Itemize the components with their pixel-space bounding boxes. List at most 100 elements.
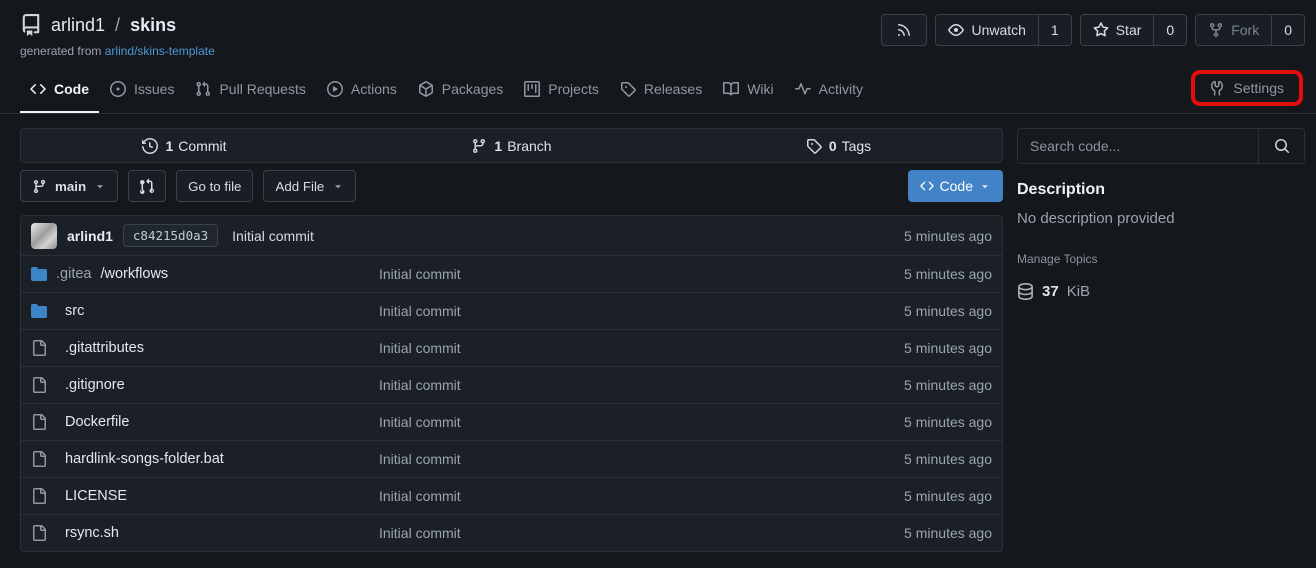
tag-icon [806, 138, 824, 154]
repo-title-block: arlind1 / skins generated from arlind/sk… [20, 14, 215, 58]
file-commit-time: 5 minutes ago [904, 451, 992, 467]
watch-button-group: Unwatch 1 [935, 14, 1071, 46]
commits-count: 1 [165, 138, 173, 154]
code-icon [30, 81, 46, 97]
folder-icon [31, 303, 47, 319]
add-file-button[interactable]: Add File [263, 170, 356, 202]
play-circle-icon [327, 81, 343, 97]
watchers-count[interactable]: 1 [1038, 15, 1071, 45]
code-button-label: Code [940, 178, 973, 194]
commit-sha-link[interactable]: c84215d0a3 [123, 224, 218, 247]
file-commit-message[interactable]: Initial commit [379, 340, 461, 356]
pull-request-icon [195, 81, 211, 97]
table-row: src Initial commit 5 minutes ago [21, 292, 1002, 329]
search-input[interactable] [1018, 129, 1258, 163]
git-compare-icon [139, 178, 155, 194]
repo-owner-link[interactable]: arlind1 [51, 15, 105, 36]
eye-icon [948, 22, 964, 38]
tab-issues[interactable]: Issues [100, 67, 184, 113]
branch-selector[interactable]: main [20, 170, 118, 202]
tab-projects[interactable]: Projects [514, 67, 609, 113]
tab-releases[interactable]: Releases [610, 67, 712, 113]
commits-stat[interactable]: 1 Commit [21, 138, 348, 154]
file-link[interactable]: /workflows [100, 266, 168, 282]
pulse-icon [795, 81, 811, 97]
repo-size-value: 37 [1042, 283, 1059, 300]
file-commit-time: 5 minutes ago [904, 488, 992, 504]
manage-topics-link[interactable]: Manage Topics [1017, 252, 1305, 266]
file-commit-message[interactable]: Initial commit [379, 377, 461, 393]
branches-stat[interactable]: 1 Branch [348, 138, 675, 154]
repo-sidebar: Description No description provided Mana… [1017, 128, 1305, 300]
tab-settings[interactable]: Settings [1205, 80, 1288, 96]
file-commit-message[interactable]: Initial commit [379, 525, 461, 541]
file-link[interactable]: Dockerfile [65, 414, 129, 430]
compare-button[interactable] [128, 170, 166, 202]
file-icon [31, 414, 47, 430]
file-commit-time: 5 minutes ago [904, 340, 992, 356]
forks-count[interactable]: 0 [1271, 15, 1304, 45]
tab-pull-requests[interactable]: Pull Requests [185, 67, 315, 113]
file-commit-message[interactable]: Initial commit [379, 266, 461, 282]
branch-icon [471, 138, 489, 154]
branches-count: 1 [494, 138, 502, 154]
file-link[interactable]: hardlink-songs-folder.bat [65, 451, 224, 467]
tab-settings-label: Settings [1233, 80, 1284, 96]
file-link[interactable]: .gitattributes [65, 340, 144, 356]
file-link[interactable]: LICENSE [65, 488, 127, 504]
file-link[interactable]: rsync.sh [65, 525, 119, 541]
project-board-icon [524, 81, 540, 97]
table-row: .gitattributes Initial commit 5 minutes … [21, 329, 1002, 366]
template-repo-link[interactable]: arlind/skins-template [105, 44, 215, 58]
commit-author-link[interactable]: arlind1 [67, 228, 113, 244]
rss-icon [896, 22, 912, 38]
code-icon [920, 179, 934, 193]
table-row: .gitignore Initial commit 5 minutes ago [21, 366, 1002, 403]
table-row: LICENSE Initial commit 5 minutes ago [21, 477, 1002, 514]
unwatch-button[interactable]: Unwatch [936, 15, 1037, 45]
tab-wiki[interactable]: Wiki [713, 67, 783, 113]
fork-button[interactable]: Fork [1196, 15, 1271, 45]
file-commit-message[interactable]: Initial commit [379, 414, 461, 430]
file-icon [31, 377, 47, 393]
avatar[interactable] [31, 223, 57, 249]
tab-actions[interactable]: Actions [317, 67, 407, 113]
repo-size-unit: KiB [1067, 283, 1090, 300]
file-icon [31, 488, 47, 504]
rss-button[interactable] [881, 14, 927, 46]
file-link[interactable]: src [65, 303, 84, 319]
file-icon [31, 525, 47, 541]
file-commit-message[interactable]: Initial commit [379, 303, 461, 319]
star-icon [1093, 22, 1109, 38]
generated-from-label: generated from [20, 44, 101, 58]
star-button[interactable]: Star [1081, 15, 1154, 45]
tags-stat[interactable]: 0 Tags [675, 138, 1002, 154]
stars-count[interactable]: 0 [1153, 15, 1186, 45]
commit-message-link[interactable]: Initial commit [232, 228, 314, 244]
file-commit-time: 5 minutes ago [904, 266, 992, 282]
file-commit-message[interactable]: Initial commit [379, 488, 461, 504]
repo-name-link[interactable]: skins [130, 15, 176, 36]
table-row: Dockerfile Initial commit 5 minutes ago [21, 403, 1002, 440]
description-empty-text: No description provided [1017, 210, 1305, 227]
package-icon [418, 81, 434, 97]
tab-activity-label: Activity [819, 81, 863, 97]
code-download-button[interactable]: Code [908, 170, 1003, 202]
search-button[interactable] [1258, 129, 1304, 163]
tab-projects-label: Projects [548, 81, 599, 97]
tab-releases-label: Releases [644, 81, 702, 97]
table-row: .gitea/workflows Initial commit 5 minute… [21, 255, 1002, 292]
description-title: Description [1017, 181, 1305, 199]
chevron-down-icon [332, 180, 344, 192]
tags-label: Tags [842, 138, 872, 154]
file-link[interactable]: .gitignore [65, 377, 125, 393]
tab-code[interactable]: Code [20, 67, 99, 113]
tab-activity[interactable]: Activity [785, 67, 873, 113]
file-commit-message[interactable]: Initial commit [379, 451, 461, 467]
tab-actions-label: Actions [351, 81, 397, 97]
tab-packages[interactable]: Packages [408, 67, 513, 113]
commit-time: 5 minutes ago [904, 228, 992, 244]
go-to-file-button[interactable]: Go to file [176, 170, 253, 202]
repo-separator: / [115, 15, 120, 36]
database-icon [1017, 283, 1034, 300]
